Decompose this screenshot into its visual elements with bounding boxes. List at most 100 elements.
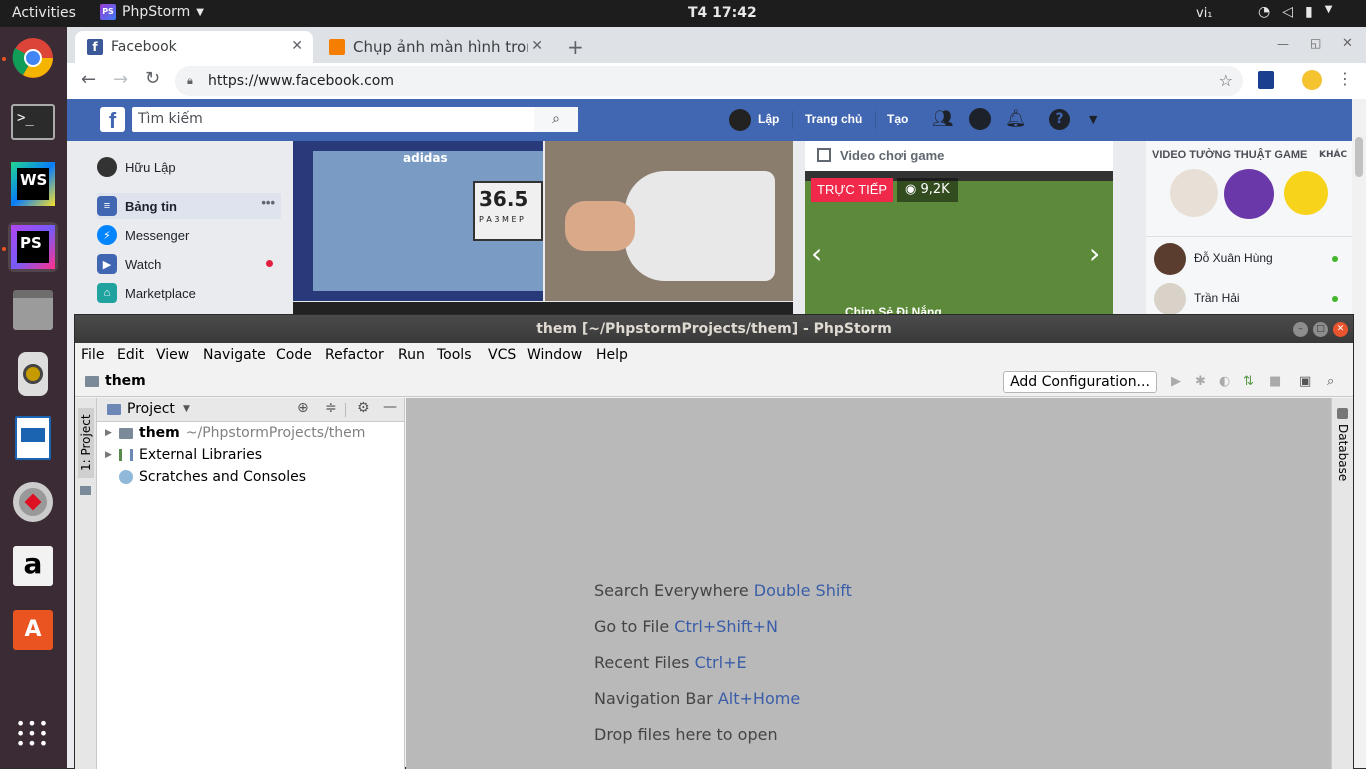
webstorm-icon[interactable]: WS xyxy=(8,159,58,209)
page-scrollbar[interactable] xyxy=(1352,99,1366,768)
new-tab-button[interactable]: + xyxy=(567,35,584,59)
contact-name[interactable]: Đỗ Xuân Hùng xyxy=(1194,251,1273,265)
phpstorm-icon[interactable]: PS xyxy=(8,222,58,272)
more-options-icon[interactable]: ••• xyxy=(261,195,275,210)
more-link[interactable]: KHÁC xyxy=(1319,150,1347,160)
settings-icon[interactable] xyxy=(8,477,58,527)
post-photo[interactable]: adidas 36.5 P A 3 M E P xyxy=(293,141,543,301)
messenger-icon[interactable] xyxy=(969,108,991,130)
menu-tools[interactable]: Tools xyxy=(437,347,472,363)
search-icon[interactable]: ⌕ xyxy=(534,107,578,132)
close-tab-icon[interactable]: ✕ xyxy=(531,38,543,54)
menu-window[interactable]: Window xyxy=(527,347,582,363)
close-window-icon[interactable]: ✕ xyxy=(1342,36,1353,51)
sidebar-item-messenger[interactable]: ⚡︎ Messenger xyxy=(97,222,281,248)
prev-arrow-icon[interactable]: ‹ xyxy=(811,237,822,270)
menu-vcs[interactable]: VCS xyxy=(488,347,516,363)
chrome-icon[interactable] xyxy=(8,33,58,83)
avatar[interactable] xyxy=(729,109,751,131)
tree-item-project-root[interactable]: ▶ them ~/PhpstormProjects/them xyxy=(105,425,365,441)
close-tab-icon[interactable]: ✕ xyxy=(291,38,303,54)
menu-refactor[interactable]: Refactor xyxy=(325,347,384,363)
coverage-icon[interactable]: ◐ xyxy=(1219,374,1230,389)
avatar[interactable] xyxy=(1284,171,1328,215)
nav-profile[interactable]: Lập xyxy=(758,112,779,126)
gear-icon[interactable]: ⚙ xyxy=(357,400,370,416)
reload-icon[interactable]: ↻ xyxy=(145,68,160,89)
maximize-icon[interactable]: □ xyxy=(1313,322,1328,337)
nav-create[interactable]: Tạo xyxy=(887,112,908,126)
friend-requests-icon[interactable]: 👥︎ xyxy=(932,109,954,129)
hide-panel-icon[interactable]: — xyxy=(383,399,397,415)
collapse-all-icon[interactable]: ≑ xyxy=(325,400,337,416)
software-center-icon[interactable]: A xyxy=(8,605,58,655)
profile-link[interactable]: Hữu Lập xyxy=(97,154,281,180)
terminal-icon[interactable]: >_ xyxy=(8,97,58,147)
menu-navigate[interactable]: Navigate xyxy=(203,347,266,363)
profile-avatar-icon[interactable] xyxy=(1302,70,1322,90)
project-view-selector[interactable]: Project xyxy=(127,401,175,417)
menu-help[interactable]: Help xyxy=(596,347,628,363)
address-bar[interactable]: 🔒︎ https://www.facebook.com ☆ xyxy=(175,66,1243,96)
avatar[interactable] xyxy=(1170,169,1218,217)
editor-empty-area[interactable]: Search Everywhere Double Shift Go to Fil… xyxy=(406,398,1331,769)
chevron-down-icon[interactable]: ▼ xyxy=(183,404,190,414)
facebook-logo-icon[interactable]: f xyxy=(100,107,125,133)
expand-arrow-icon[interactable]: ▶ xyxy=(105,428,113,438)
sidebar-item-watch[interactable]: ▶ Watch xyxy=(97,251,281,277)
minimize-icon[interactable]: – xyxy=(1293,322,1308,337)
breadcrumb[interactable]: them xyxy=(85,373,146,389)
add-configuration-button[interactable]: Add Configuration... xyxy=(1003,371,1157,393)
notifications-icon[interactable]: 🔔︎ xyxy=(1005,109,1027,129)
post-photo[interactable] xyxy=(545,141,793,301)
maximize-icon[interactable]: ◱ xyxy=(1310,36,1321,50)
extension-icon[interactable] xyxy=(1258,71,1274,89)
debug-icon[interactable]: ✱ xyxy=(1195,374,1206,389)
clock[interactable]: T4 17:42 xyxy=(688,5,757,21)
menu-run[interactable]: Run xyxy=(398,347,425,363)
next-arrow-icon[interactable]: › xyxy=(1089,237,1100,270)
tab-screenshot[interactable]: Chụp ảnh màn hình tron ✕ xyxy=(317,31,553,63)
database-tool-button[interactable]: Database xyxy=(1335,424,1351,481)
vcs-update-icon[interactable]: ⇅ xyxy=(1243,374,1254,389)
contact-name[interactable]: Trần Hải xyxy=(1194,291,1240,305)
tree-item-external-libraries[interactable]: ▶ External Libraries xyxy=(105,447,262,463)
nav-home[interactable]: Trang chủ xyxy=(805,112,862,126)
close-window-icon[interactable]: ✕ xyxy=(1333,322,1348,337)
menu-code[interactable]: Code xyxy=(276,347,312,363)
input-method-indicator[interactable]: vi₁ xyxy=(1196,6,1213,21)
system-tray[interactable]: ◔ ◁ ▮ ▼ xyxy=(1258,4,1332,20)
menu-file[interactable]: File xyxy=(81,347,104,363)
minimize-icon[interactable]: — xyxy=(1277,37,1289,51)
chevron-down-icon[interactable]: ▼ xyxy=(1089,113,1097,126)
sidebar-item-marketplace[interactable]: ⌂ Marketplace xyxy=(97,280,281,306)
avatar[interactable] xyxy=(1154,243,1186,275)
search-icon[interactable]: ⌕ xyxy=(1327,374,1334,389)
stop-icon[interactable]: ■ xyxy=(1269,374,1281,389)
live-video[interactable]: TRỰC TIẾP ◉ 9,2K ‹ › Chim Sẻ Đi Nắng xyxy=(805,171,1113,321)
files-icon[interactable] xyxy=(8,285,58,335)
star-icon[interactable]: ☆ xyxy=(1219,66,1233,96)
run-icon[interactable]: ▶ xyxy=(1171,374,1181,389)
expand-arrow-icon[interactable]: ▶ xyxy=(105,450,113,460)
menu-view[interactable]: View xyxy=(156,347,189,363)
app-menu[interactable]: PS PhpStorm ▼ xyxy=(100,4,204,20)
help-icon[interactable]: ? xyxy=(1049,109,1070,130)
forward-icon[interactable]: → xyxy=(113,69,128,90)
back-icon[interactable]: ← xyxy=(81,69,96,90)
sidebar-item-news-feed[interactable]: ≡ Bảng tin ••• xyxy=(97,193,281,219)
avatar[interactable] xyxy=(1224,169,1274,219)
project-structure-icon[interactable]: ▣ xyxy=(1299,374,1311,389)
avatar[interactable] xyxy=(1154,283,1186,315)
amazon-icon[interactable]: a xyxy=(8,541,58,591)
tree-item-scratches[interactable]: Scratches and Consoles xyxy=(105,469,306,485)
project-tool-button[interactable]: 1: Project xyxy=(78,408,94,478)
tab-facebook[interactable]: f Facebook ✕ xyxy=(75,31,313,63)
activities-button[interactable]: Activities xyxy=(12,5,76,21)
facebook-search-input[interactable]: Tìm kiếm ⌕ xyxy=(132,107,578,132)
app-grid-icon[interactable]: ••• ••• ••• xyxy=(8,709,58,759)
rhythmbox-icon[interactable] xyxy=(8,349,58,399)
locate-icon[interactable]: ⊕ xyxy=(297,400,309,416)
writer-icon[interactable] xyxy=(8,413,58,463)
menu-edit[interactable]: Edit xyxy=(117,347,144,363)
